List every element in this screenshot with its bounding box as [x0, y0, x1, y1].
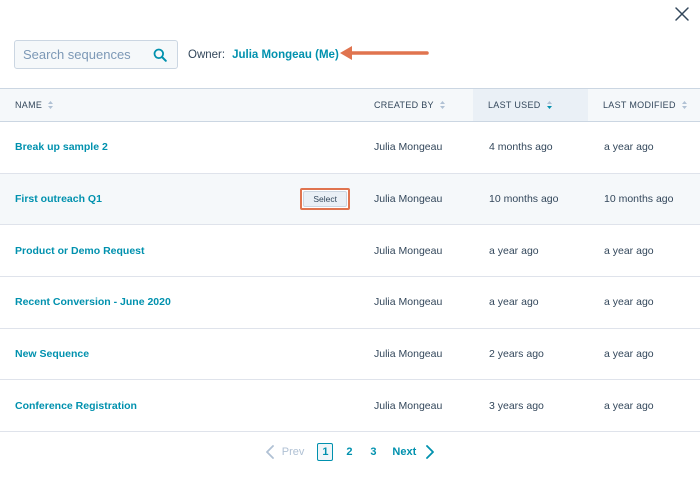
- column-header-last-modified[interactable]: LAST MODIFIED: [588, 88, 700, 122]
- select-button[interactable]: Select: [303, 191, 347, 208]
- sequence-name-link[interactable]: Break up sample 2: [15, 141, 108, 153]
- close-icon: [675, 7, 689, 21]
- last-used-cell: a year ago: [489, 296, 539, 309]
- sort-icon: [681, 101, 687, 109]
- column-header-name[interactable]: NAME: [0, 88, 374, 122]
- chevron-left-icon[interactable]: [265, 445, 275, 459]
- last-modified-cell: a year ago: [604, 244, 654, 257]
- page-3-button[interactable]: 3: [365, 443, 381, 461]
- name-cell: Recent Conversion - June 2020: [0, 277, 374, 329]
- column-header-last-used[interactable]: LAST USED: [473, 88, 588, 122]
- last-modified-cell: a year ago: [604, 141, 654, 154]
- sort-icon: [48, 101, 54, 109]
- select-button-highlight: Select: [300, 188, 350, 211]
- close-button[interactable]: [674, 6, 690, 22]
- next-page-button[interactable]: Next: [392, 446, 416, 458]
- created-by-cell: Julia Mongeau: [374, 348, 443, 361]
- name-cell: Break up sample 2: [0, 122, 374, 174]
- column-header-label: NAME: [15, 100, 43, 110]
- table-row[interactable]: Conference Registration Julia Mongeau 3 …: [0, 380, 700, 432]
- name-cell: First outreach Q1 Select: [0, 173, 374, 225]
- owner-filter: Owner: Julia Mongeau (Me): [188, 49, 351, 61]
- created-by-cell: Julia Mongeau: [374, 141, 443, 154]
- page-1-button[interactable]: 1: [317, 443, 334, 461]
- last-modified-cell: 10 months ago: [604, 193, 674, 206]
- created-by-cell: Julia Mongeau: [374, 296, 443, 309]
- sequence-name-link[interactable]: Product or Demo Request: [15, 245, 145, 257]
- page-2-button[interactable]: 2: [341, 443, 357, 461]
- search-icon[interactable]: [153, 48, 167, 62]
- chevron-right-icon[interactable]: [425, 445, 435, 459]
- name-cell: Conference Registration: [0, 380, 374, 432]
- last-used-cell: 4 months ago: [489, 141, 553, 154]
- created-by-cell: Julia Mongeau: [374, 193, 443, 206]
- table-row[interactable]: Break up sample 2 Julia Mongeau 4 months…: [0, 122, 700, 174]
- arrow-left-icon: [340, 46, 429, 60]
- last-used-cell: a year ago: [489, 244, 539, 257]
- column-header-label: CREATED BY: [374, 100, 434, 110]
- toolbar: Owner: Julia Mongeau (Me): [14, 40, 351, 69]
- sequences-table: NAME CREATED BY LAST USED LAST MODIFIED …: [0, 88, 700, 432]
- last-modified-cell: a year ago: [604, 296, 654, 309]
- last-used-cell: 3 years ago: [489, 399, 544, 412]
- table-row[interactable]: Product or Demo Request Julia Mongeau a …: [0, 225, 700, 277]
- owner-dropdown[interactable]: Julia Mongeau (Me): [232, 49, 339, 61]
- last-used-cell: 10 months ago: [489, 193, 559, 206]
- column-header-label: LAST MODIFIED: [603, 100, 676, 110]
- created-by-cell: Julia Mongeau: [374, 244, 443, 257]
- last-used-cell: 2 years ago: [489, 348, 544, 361]
- last-modified-cell: a year ago: [604, 399, 654, 412]
- pagination: Prev 1 2 3 Next: [0, 443, 700, 461]
- column-header-label: LAST USED: [488, 100, 541, 110]
- sequence-name-link[interactable]: Recent Conversion - June 2020: [15, 296, 171, 308]
- sequence-name-link[interactable]: Conference Registration: [15, 400, 137, 412]
- sequence-name-link[interactable]: New Sequence: [15, 348, 89, 360]
- name-cell: Product or Demo Request: [0, 225, 374, 277]
- prev-page-button[interactable]: Prev: [282, 446, 305, 458]
- owner-label: Owner:: [188, 48, 226, 61]
- table-row[interactable]: Recent Conversion - June 2020 Julia Mong…: [0, 277, 700, 329]
- sort-icon: [439, 101, 445, 109]
- table-row[interactable]: New Sequence Julia Mongeau 2 years ago a…: [0, 328, 700, 380]
- search-input[interactable]: [15, 41, 145, 68]
- name-cell: New Sequence: [0, 328, 374, 380]
- sort-descending-icon: [546, 101, 552, 109]
- table-row[interactable]: First outreach Q1 Select Julia Mongeau 1…: [0, 173, 700, 225]
- sequence-name-link[interactable]: First outreach Q1: [15, 193, 102, 205]
- table-header-row: NAME CREATED BY LAST USED LAST MODIFIED: [0, 88, 700, 122]
- search-box: [14, 40, 178, 69]
- column-header-created-by[interactable]: CREATED BY: [374, 88, 473, 122]
- last-modified-cell: a year ago: [604, 348, 654, 361]
- created-by-cell: Julia Mongeau: [374, 399, 443, 412]
